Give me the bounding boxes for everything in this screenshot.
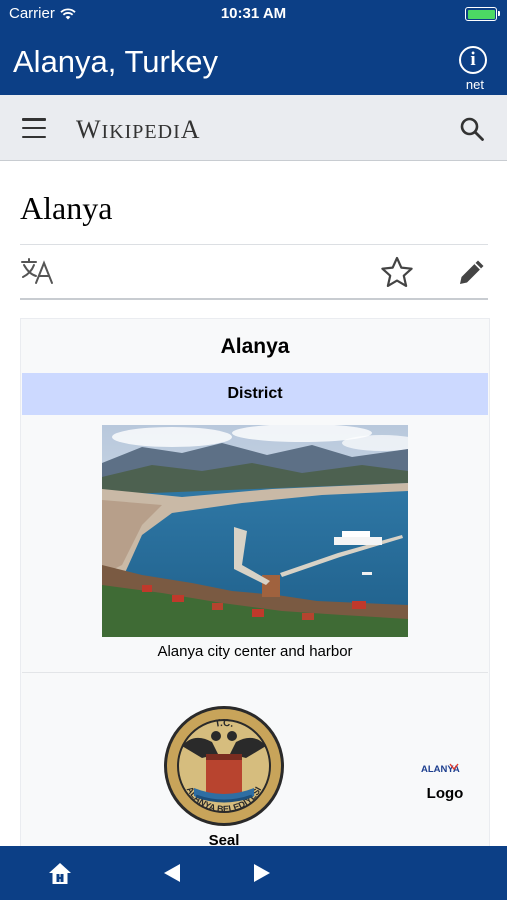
image-caption: Alanya city center and harbor — [157, 643, 353, 660]
back-arrow-icon[interactable] — [162, 863, 182, 883]
pencil-icon[interactable] — [456, 256, 488, 288]
info-icon[interactable]: i — [459, 46, 487, 74]
logo-image[interactable]: ALANYA — [421, 763, 469, 775]
svg-text:T.C.: T.C. — [214, 718, 235, 730]
wikipedia-wordmark: WIKIPEDIA — [76, 115, 201, 144]
app-title: Alanya, Turkey — [13, 44, 219, 79]
status-time: 10:31 AM — [220, 5, 287, 22]
hamburger-menu-icon[interactable] — [22, 118, 46, 138]
info-sublabel: net — [465, 77, 484, 92]
battery-icon — [465, 7, 500, 21]
city-harbor-photo[interactable] — [102, 425, 408, 637]
title-divider — [20, 244, 488, 245]
translate-icon[interactable] — [20, 257, 56, 285]
status-bar: Carrier 10:31 AM — [0, 0, 507, 28]
forward-arrow-icon[interactable] — [252, 863, 272, 883]
wikipedia-toolbar: WIKIPEDIA — [0, 95, 507, 161]
star-icon[interactable] — [380, 256, 414, 288]
battery-fill — [467, 9, 495, 19]
bottom-navigation-bar — [0, 846, 507, 900]
infobox-type-header: District — [22, 373, 488, 415]
actions-divider — [20, 298, 488, 300]
logo-label: Logo — [426, 785, 464, 802]
infobox-title: Alanya — [220, 335, 290, 358]
article-title: Alanya — [20, 190, 113, 226]
article-actions — [20, 253, 488, 293]
seal-text-top: T.C. — [214, 718, 235, 730]
infobox: Alanya District Alanya city center and h… — [20, 318, 490, 858]
search-icon[interactable] — [459, 116, 485, 142]
seal-image[interactable]: T.C. ALANYA BELEDIYESI — [162, 704, 286, 828]
home-icon[interactable] — [48, 861, 72, 885]
infobox-divider — [22, 672, 488, 673]
app-header: Alanya, Turkey i net — [0, 28, 507, 95]
